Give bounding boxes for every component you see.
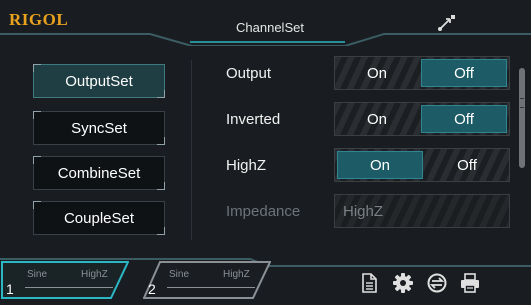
brand-logo: RIGOL bbox=[9, 10, 69, 29]
nav-combineset-button[interactable]: CombineSet bbox=[33, 156, 165, 190]
nav-syncset-button[interactable]: SyncSet bbox=[33, 111, 165, 145]
page-title: ChannelSet bbox=[236, 20, 304, 35]
highz-on-option[interactable]: On bbox=[337, 151, 423, 179]
sync-icon[interactable] bbox=[426, 272, 448, 294]
impedance-value: HighZ bbox=[343, 202, 384, 220]
nav-coupleset-button[interactable]: CoupleSet bbox=[33, 201, 165, 235]
screen: RIGOL ChannelSet OutputSet SyncSet Combi… bbox=[0, 0, 531, 305]
highz-off-option[interactable]: Off bbox=[425, 149, 509, 181]
usb-icon[interactable] bbox=[436, 13, 458, 33]
header: RIGOL ChannelSet bbox=[0, 0, 531, 46]
output-label: Output bbox=[226, 65, 272, 82]
channel-2-wave: Sine bbox=[169, 269, 190, 280]
channel-1-number: 1 bbox=[6, 281, 14, 297]
channel-1-wave: Sine bbox=[27, 269, 48, 280]
channel-2-underline bbox=[167, 287, 255, 288]
file-icon[interactable] bbox=[358, 272, 380, 294]
highz-toggle[interactable]: On Off bbox=[334, 148, 510, 182]
vertical-divider bbox=[191, 60, 192, 240]
output-toggle[interactable]: On Off bbox=[334, 56, 510, 90]
channel-2-impedance: HighZ bbox=[223, 269, 250, 280]
channel-1-impedance: HighZ bbox=[81, 269, 108, 280]
channel-2-tab[interactable]: 2 Sine HighZ bbox=[143, 261, 271, 299]
output-on-option[interactable]: On bbox=[335, 57, 419, 89]
nav-outputset-label: OutputSet bbox=[65, 72, 133, 90]
highz-label: HighZ bbox=[226, 157, 267, 174]
inverted-label: Inverted bbox=[226, 111, 281, 128]
nav-outputset-button[interactable]: OutputSet bbox=[33, 64, 165, 98]
printer-icon[interactable] bbox=[459, 272, 481, 294]
impedance-field: HighZ bbox=[334, 194, 510, 228]
channel-1-underline bbox=[25, 287, 113, 288]
scrollbar[interactable] bbox=[519, 68, 525, 168]
impedance-label: Impedance bbox=[226, 203, 301, 220]
nav-coupleset-label: CoupleSet bbox=[63, 209, 135, 227]
channel-2-number: 2 bbox=[148, 281, 156, 297]
channel-1-tab[interactable]: 1 Sine HighZ bbox=[1, 261, 129, 299]
inverted-toggle[interactable]: On Off bbox=[334, 102, 510, 136]
output-off-option[interactable]: Off bbox=[421, 59, 507, 87]
nav-syncset-label: SyncSet bbox=[71, 119, 127, 137]
channel-1-tab-frame bbox=[1, 261, 129, 299]
channel-2-tab-frame bbox=[143, 261, 271, 299]
gear-icon[interactable] bbox=[392, 272, 414, 294]
inverted-off-option[interactable]: Off bbox=[421, 105, 507, 133]
nav-combineset-label: CombineSet bbox=[57, 164, 141, 182]
inverted-on-option[interactable]: On bbox=[335, 103, 419, 135]
